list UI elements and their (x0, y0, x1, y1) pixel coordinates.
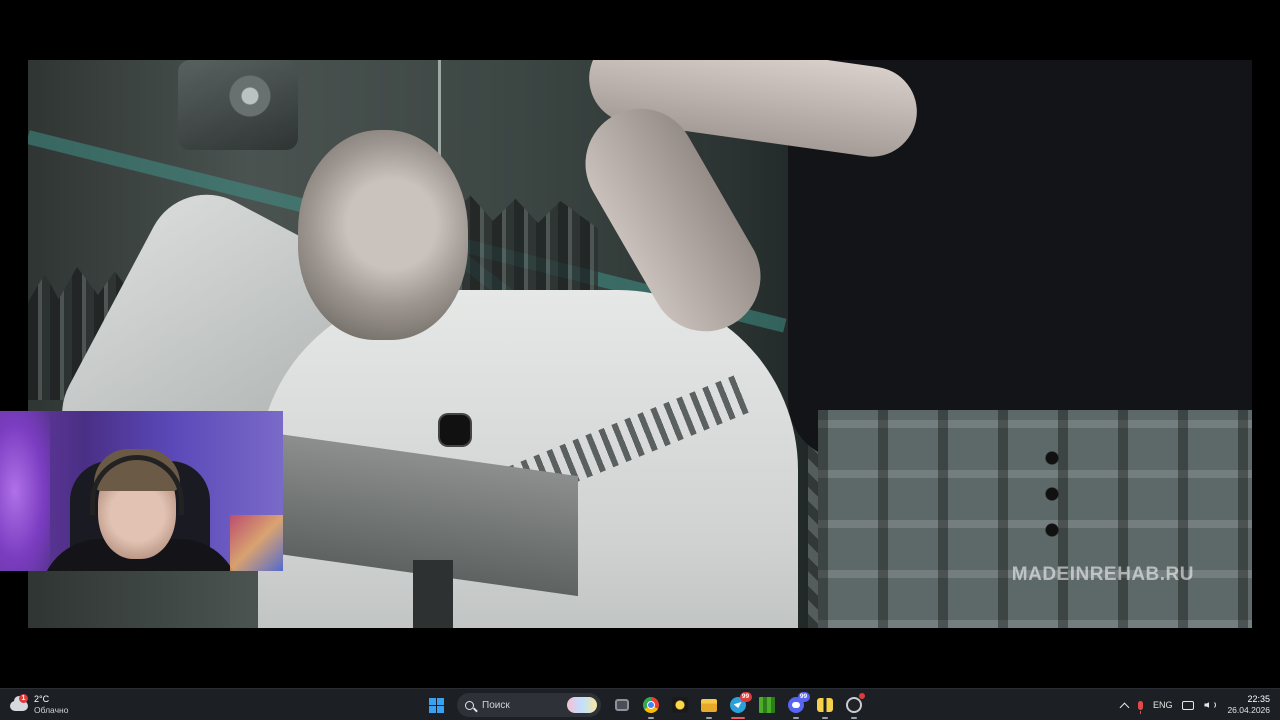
weather-widget[interactable]: 1 2°C Облачно (10, 692, 90, 718)
plaid-skirt (818, 410, 1252, 628)
wall-lamp (178, 60, 298, 150)
start-button[interactable] (425, 693, 449, 717)
table-leg (413, 560, 453, 628)
man-head (298, 130, 468, 340)
active-indicator (730, 716, 745, 719)
running-indicator (850, 716, 857, 719)
background-shelf (230, 515, 283, 571)
minecraft-icon (758, 697, 775, 713)
desktop-screen: MADEINREHAB.RU 1 2°C Облачно Поиск 99 99… (0, 0, 1280, 720)
weather-alert-badge: 1 (19, 694, 28, 703)
system-tray: ENG 22:35 26.04.2026 (1116, 692, 1270, 718)
running-indicator (647, 716, 654, 719)
cloud-icon: 1 (10, 694, 30, 712)
chrome-button[interactable] (639, 693, 663, 719)
network-icon (1182, 700, 1195, 710)
twin-app-button[interactable] (813, 693, 837, 719)
chrome-icon (642, 697, 659, 713)
clock-time: 22:35 (1247, 694, 1270, 704)
twin-bars-icon (816, 698, 833, 712)
microphone-icon (1137, 700, 1143, 714)
wallpaper-buildings (448, 195, 598, 300)
spark-app-button[interactable] (668, 693, 692, 717)
network-button[interactable] (1182, 700, 1195, 710)
webcam-light (0, 411, 50, 571)
taskbar-search[interactable]: Поиск (457, 693, 601, 717)
show-hidden-icons-button[interactable] (1119, 700, 1130, 712)
running-indicator (792, 716, 799, 719)
telegram-badge: 99 (739, 692, 752, 702)
search-highlight-icon (567, 697, 597, 713)
volume-button[interactable] (1204, 700, 1217, 710)
discord-badge: 99 (797, 692, 810, 702)
skirt-buttons (1044, 440, 1060, 550)
search-label: Поиск (482, 699, 510, 711)
folder-icon (700, 698, 717, 712)
language-label: ENG (1152, 700, 1173, 710)
clock[interactable]: 22:35 26.04.2026 (1227, 694, 1270, 716)
obs-button[interactable] (842, 693, 866, 719)
weather-condition: Облачно (34, 705, 69, 715)
obs-icon (845, 697, 862, 713)
task-view-icon (614, 699, 629, 711)
minecraft-button[interactable] (755, 693, 779, 717)
running-indicator (821, 716, 828, 719)
file-explorer-button[interactable] (697, 693, 721, 719)
microphone-button[interactable] (1137, 700, 1143, 714)
search-icon (465, 700, 474, 710)
speaker-icon (1204, 700, 1217, 710)
lapel-mic (440, 415, 470, 445)
recording-dot (858, 693, 865, 699)
language-switch[interactable]: ENG (1153, 700, 1173, 710)
webcam-overlay (0, 411, 283, 571)
running-indicator (705, 716, 712, 719)
discord-button[interactable]: 99 (784, 692, 810, 719)
spark-icon (671, 697, 688, 713)
task-view-button[interactable] (610, 693, 634, 717)
windows-logo-icon (429, 697, 444, 713)
taskbar: 1 2°C Облачно Поиск 99 99 ENG 22:35 26.0… (0, 688, 1280, 720)
video-watermark: MADEINREHAB.RU (1011, 564, 1194, 585)
clock-date: 26.04.2026 (1227, 705, 1270, 715)
weather-temperature: 2°C (34, 694, 50, 704)
chevron-up-icon (1119, 702, 1130, 712)
telegram-button[interactable]: 99 (726, 692, 752, 719)
taskbar-apps: Поиск 99 99 (422, 692, 868, 719)
